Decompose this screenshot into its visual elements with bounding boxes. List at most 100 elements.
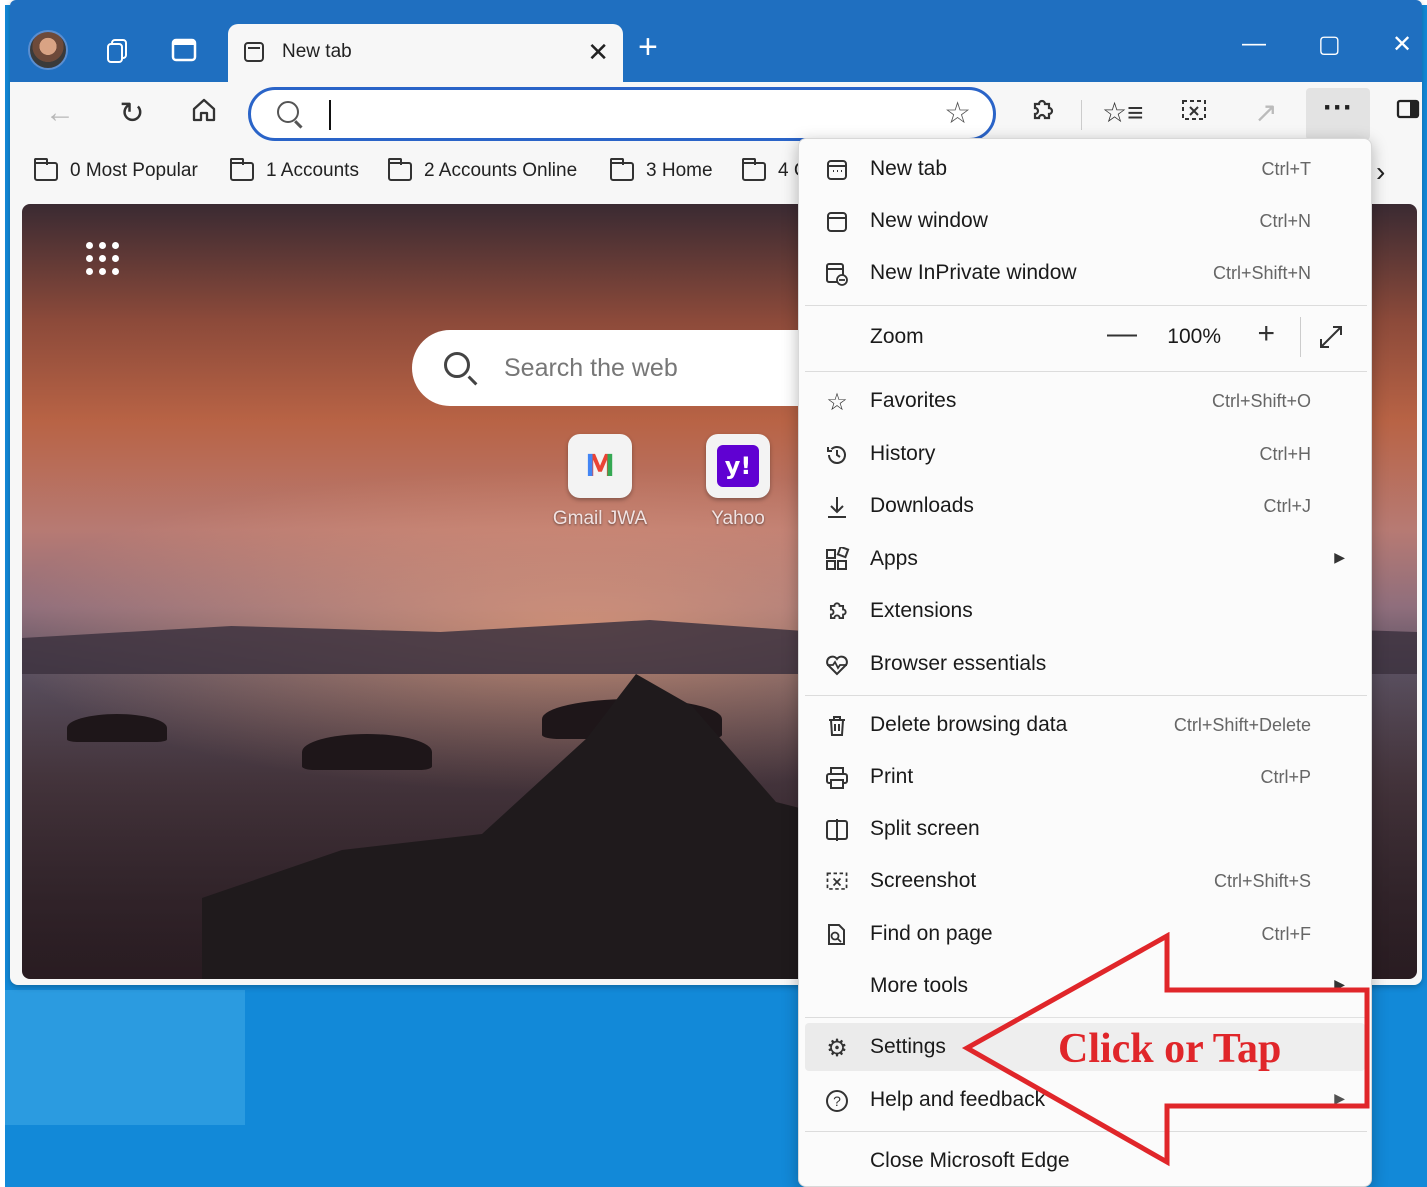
close-window-icon[interactable]: ✕ — [1392, 30, 1412, 59]
fullscreen-icon[interactable] — [1317, 323, 1345, 359]
tab-title: New tab — [282, 41, 352, 62]
printer-icon — [823, 764, 851, 792]
find-on-page-icon — [823, 921, 851, 949]
tab-new-tab[interactable]: New tab ✕ — [228, 24, 623, 82]
menu-item-shortcut: Ctrl+Shift+O — [1211, 391, 1311, 411]
menu-item-label: Apps — [870, 547, 918, 570]
extensions-puzzle-icon[interactable] — [1022, 96, 1062, 133]
settings-and-more-button[interactable]: ··· — [1306, 88, 1370, 140]
svg-text:?: ? — [833, 1093, 841, 1109]
text-caret — [329, 100, 331, 130]
favorite-folder-label: 3 Home — [646, 160, 713, 181]
folder-icon — [742, 157, 766, 181]
favorite-folder-label: 0 Most Popular — [70, 160, 198, 181]
zoom-out-button[interactable]: — — [1107, 317, 1137, 351]
maximize-icon[interactable]: ▢ — [1318, 30, 1341, 59]
menu-separator — [805, 305, 1367, 306]
zoom-level: 100% — [1167, 325, 1221, 348]
gear-icon: ⚙ — [826, 1034, 848, 1062]
home-icon[interactable] — [186, 96, 222, 132]
chevron-right-icon[interactable]: › — [1376, 156, 1385, 188]
background-island — [302, 734, 432, 770]
history-icon — [823, 441, 851, 469]
menu-item-split-screen[interactable]: Split screen — [805, 805, 1365, 853]
menu-item-downloads[interactable]: Downloads Ctrl+J — [805, 482, 1365, 530]
search-icon — [277, 101, 299, 123]
menu-item-shortcut: Ctrl+H — [1259, 444, 1311, 464]
screenshot-icon[interactable] — [1174, 96, 1214, 133]
menu-item-shortcut: Ctrl+Shift+N — [1212, 263, 1311, 283]
apps-icon — [823, 546, 851, 574]
workspaces-icon[interactable] — [98, 30, 138, 70]
quick-link-gmail[interactable]: M Gmail JWA — [540, 434, 660, 530]
favorite-folder-label: 1 Accounts — [266, 160, 359, 181]
annotation-text: Click or Tap — [1058, 1026, 1282, 1072]
app-launcher-icon[interactable] — [86, 242, 120, 276]
menu-item-screenshot[interactable]: Screenshot Ctrl+Shift+S — [805, 857, 1365, 905]
menu-item-browser-essentials[interactable]: Browser essentials — [805, 640, 1365, 688]
minimize-icon[interactable]: — — [1242, 30, 1266, 58]
zoom-in-button[interactable]: + — [1257, 317, 1275, 351]
submenu-arrow-icon: ▶ — [1334, 549, 1345, 565]
menu-item-label: Delete browsing data — [870, 713, 1068, 736]
search-icon — [444, 352, 470, 378]
menu-item-favorites[interactable]: ☆ Favorites Ctrl+Shift+O — [805, 377, 1365, 425]
menu-item-label: Downloads — [870, 494, 974, 517]
tab-close-icon[interactable]: ✕ — [587, 37, 609, 68]
favorite-folder[interactable]: 0 Most Popular — [34, 157, 198, 182]
menu-item-label: History — [870, 442, 936, 465]
menu-item-label: Print — [870, 765, 914, 788]
menu-item-label: Favorites — [870, 389, 957, 412]
menu-item-label: Split screen — [870, 817, 980, 840]
split-screen-icon — [823, 816, 851, 844]
search-placeholder: Search the web — [504, 354, 678, 382]
profile-avatar[interactable] — [28, 30, 68, 70]
favorite-folder[interactable]: 3 Home — [610, 157, 713, 182]
menu-item-label: Zoom — [870, 325, 924, 348]
trash-icon — [823, 712, 851, 740]
menu-item-new-inprivate-window[interactable]: New InPrivate window Ctrl+Shift+N — [805, 249, 1365, 297]
refresh-icon[interactable]: ↻ — [114, 96, 150, 131]
new-tab-plus-icon[interactable]: + — [638, 28, 658, 67]
sidebar-toggle-icon[interactable] — [1388, 96, 1422, 129]
folder-icon — [610, 157, 634, 181]
menu-item-label: More tools — [870, 974, 969, 997]
menu-item-label: New window — [870, 209, 988, 232]
vertical-tabs-icon[interactable] — [164, 30, 204, 70]
new-tab-icon — [823, 156, 851, 184]
quick-link-label: Gmail JWA — [552, 508, 648, 529]
menu-item-shortcut: Ctrl+T — [1261, 159, 1312, 179]
toolbar-divider — [1081, 100, 1082, 130]
desktop-shade — [5, 990, 245, 1125]
menu-item-label: New InPrivate window — [870, 261, 1077, 284]
menu-item-extensions[interactable]: Extensions — [805, 587, 1365, 635]
quick-link-label: Yahoo — [711, 508, 765, 529]
menu-item-delete-browsing-data[interactable]: Delete browsing data Ctrl+Shift+Delete — [805, 701, 1365, 749]
back-icon[interactable]: ← — [42, 96, 78, 130]
folder-icon — [34, 157, 58, 181]
extensions-icon — [823, 598, 851, 626]
menu-item-history[interactable]: History Ctrl+H — [805, 430, 1365, 478]
menu-item-new-window[interactable]: New window Ctrl+N — [805, 197, 1365, 245]
menu-item-apps[interactable]: Apps ▶ — [805, 535, 1365, 583]
gmail-icon: M — [568, 434, 632, 498]
menu-item-shortcut: Ctrl+P — [1260, 767, 1311, 787]
favorite-folder[interactable]: 2 Accounts Online — [388, 157, 577, 182]
folder-icon — [230, 157, 254, 181]
menu-item-shortcut: Ctrl+J — [1263, 496, 1311, 516]
address-bar[interactable]: ☆ — [248, 87, 996, 141]
yahoo-icon: y! — [706, 434, 770, 498]
share-icon[interactable]: ↗ — [1246, 96, 1286, 129]
menu-item-label: Browser essentials — [870, 652, 1047, 675]
favorite-folder[interactable]: 1 Accounts — [230, 157, 359, 182]
menu-item-print[interactable]: Print Ctrl+P — [805, 753, 1365, 801]
add-favorite-star-icon[interactable]: ☆ — [944, 96, 971, 131]
menu-item-label: Extensions — [870, 599, 973, 622]
menu-item-new-tab[interactable]: New tab Ctrl+T — [805, 145, 1365, 193]
toolbar: ← ↻ ☆ ☆≡ ↗ ··· — [10, 82, 1422, 146]
quick-link-yahoo[interactable]: y! Yahoo — [678, 434, 798, 530]
zoom-divider — [1300, 317, 1301, 357]
favorites-star-list-icon[interactable]: ☆≡ — [1102, 96, 1143, 129]
new-window-icon — [823, 208, 851, 236]
menu-item-zoom: Zoom — 100% + — [805, 313, 1365, 361]
